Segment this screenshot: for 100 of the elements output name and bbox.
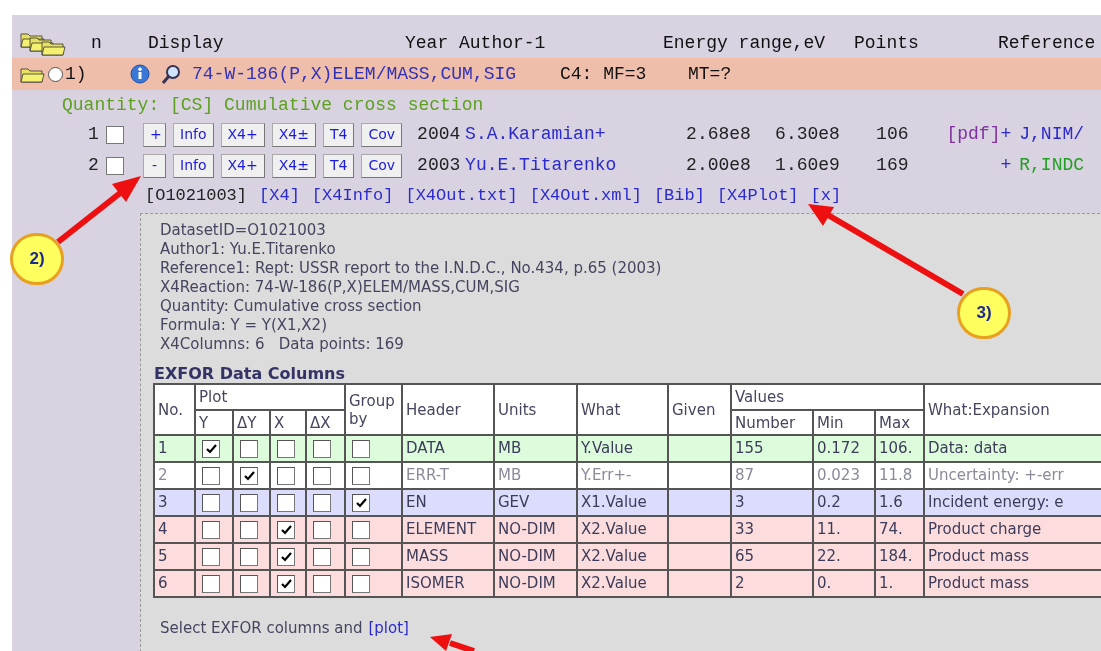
energy-min: 2.68e8 xyxy=(686,123,752,146)
checkbox[interactable] xyxy=(352,439,370,458)
detail-line: DatasetID=O1021003 xyxy=(160,221,326,240)
year-text: 2003 xyxy=(417,154,462,177)
column-header: Reference xyxy=(998,32,1097,55)
checkbox[interactable] xyxy=(202,520,220,539)
check-icon xyxy=(279,577,293,590)
check-icon xyxy=(242,469,256,482)
dataset-button[interactable]: Cov xyxy=(361,153,403,178)
column-header: Year Author-1 xyxy=(405,32,547,55)
checkbox[interactable] xyxy=(277,466,295,485)
energy-max: 6.30e8 xyxy=(775,123,841,146)
checkbox[interactable] xyxy=(313,493,331,512)
checkbox[interactable] xyxy=(240,547,258,566)
dataset-link[interactable]: [Bib] xyxy=(653,183,705,209)
checkbox[interactable] xyxy=(240,493,258,512)
year-text: 2004 xyxy=(417,123,462,146)
check-icon xyxy=(279,550,293,563)
row-number: 1 xyxy=(88,123,100,146)
checkbox[interactable] xyxy=(202,493,220,512)
plot-link[interactable]: [plot] xyxy=(368,616,409,640)
checkbox[interactable] xyxy=(240,439,258,458)
checkbox[interactable] xyxy=(202,547,220,566)
checkbox[interactable] xyxy=(352,547,370,566)
expand-button[interactable]: + xyxy=(143,122,166,147)
folders-icon xyxy=(20,31,68,57)
checkbox[interactable] xyxy=(352,574,370,593)
checkbox[interactable] xyxy=(240,520,258,539)
column-header: Values xyxy=(731,384,924,410)
dataset-link[interactable]: [x] xyxy=(810,183,842,209)
mf-label: C4: MF=3 xyxy=(560,62,648,86)
arrow xyxy=(430,634,475,651)
dataset-link[interactable]: [X4Out.txt] xyxy=(405,183,518,209)
checkbox[interactable] xyxy=(352,466,370,485)
column-header: No. xyxy=(154,384,195,435)
detail-line: X4Reaction: 74-W-186(P,X)ELEM/MASS,CUM,SIG xyxy=(160,278,520,297)
table-title: EXFOR Data Columns xyxy=(154,364,346,383)
row-number: 2 xyxy=(88,154,100,177)
energy-min: 2.00e8 xyxy=(686,154,752,177)
detail-line: Formula: Y = Y(X1,X2) xyxy=(160,316,327,335)
dataset-link[interactable]: [X4Out.xml] xyxy=(529,183,642,209)
detail-line: X4Columns: 6 Data points: 169 xyxy=(160,335,404,354)
footer-text: Select EXFOR columns and xyxy=(160,617,363,639)
checkbox[interactable] xyxy=(277,439,295,458)
checkbox[interactable] xyxy=(313,439,331,458)
reaction-link[interactable]: 74-W-186(P,X)ELEM/MASS,CUM,SIG xyxy=(192,60,560,88)
checkbox[interactable] xyxy=(202,574,220,593)
dataset-button[interactable]: Info xyxy=(173,122,214,147)
checkbox[interactable] xyxy=(240,466,258,485)
mt-label: MT=? xyxy=(688,62,732,86)
column-header: Display xyxy=(148,32,225,55)
detail-line: Reference1: Rept: USSR report to the I.N.D.C., No.434, p.65 (2003) xyxy=(160,259,662,278)
checkbox[interactable] xyxy=(240,574,258,593)
energy-max: 1.60e9 xyxy=(775,154,841,177)
column-header: Energy range,eV xyxy=(663,32,827,55)
author-link[interactable]: S.A.Karamian+ xyxy=(465,121,687,148)
dataset-button[interactable]: X4+ xyxy=(220,122,265,147)
checkbox[interactable] xyxy=(352,493,370,512)
table-cell: 1. xyxy=(875,570,924,597)
checkbox[interactable] xyxy=(106,156,124,175)
quantity-label: Quantity: [CS] Cumulative cross section xyxy=(61,93,485,117)
dataset-button[interactable]: Info xyxy=(173,153,214,178)
row-index: 1) xyxy=(65,62,88,86)
expand-button[interactable]: - xyxy=(143,153,166,178)
table-cell: 0. xyxy=(813,570,875,597)
checkbox[interactable] xyxy=(202,466,220,485)
checkbox[interactable] xyxy=(313,574,331,593)
checkbox[interactable] xyxy=(277,520,295,539)
check-icon xyxy=(354,496,368,509)
dataset-button[interactable]: X4± xyxy=(271,122,316,147)
dataset-button[interactable]: T4 xyxy=(322,122,355,147)
table-cell: NO-DIM xyxy=(494,570,577,597)
checkbox[interactable] xyxy=(277,493,295,512)
author-link[interactable]: Yu.E.Titarenko xyxy=(465,152,687,179)
dataset-link[interactable]: [X4Info] xyxy=(311,183,394,209)
checkbox[interactable] xyxy=(277,547,295,566)
checkbox[interactable] xyxy=(313,520,331,539)
radio-button[interactable] xyxy=(48,66,63,82)
checkbox[interactable] xyxy=(277,574,295,593)
plus-text: + xyxy=(1000,154,1012,177)
dataset-button[interactable]: X4± xyxy=(271,153,316,178)
dataset-button[interactable]: X4+ xyxy=(220,153,265,178)
checkbox[interactable] xyxy=(313,466,331,485)
reference-link[interactable]: J,NIM/ xyxy=(1019,121,1085,148)
dataset-button[interactable]: Cov xyxy=(361,122,403,147)
pdf-link[interactable]: [pdf] xyxy=(946,121,1001,148)
dataset-id: [O1021003] xyxy=(145,185,248,208)
check-icon xyxy=(279,523,293,536)
dataset-link[interactable]: [X4] xyxy=(259,183,300,209)
column-header: Points xyxy=(854,32,920,55)
checkbox[interactable] xyxy=(352,520,370,539)
detail-line: Quantity: Cumulative cross section xyxy=(160,297,422,316)
table-cell: 2 xyxy=(731,570,813,597)
table-cell: X2.Value xyxy=(577,570,668,597)
checkbox[interactable] xyxy=(106,125,124,144)
table-cell: ISOMER xyxy=(402,570,494,597)
checkbox[interactable] xyxy=(202,439,220,458)
checkbox[interactable] xyxy=(313,547,331,566)
dataset-link[interactable]: [X4Plot] xyxy=(716,183,799,209)
dataset-button[interactable]: T4 xyxy=(322,153,355,178)
